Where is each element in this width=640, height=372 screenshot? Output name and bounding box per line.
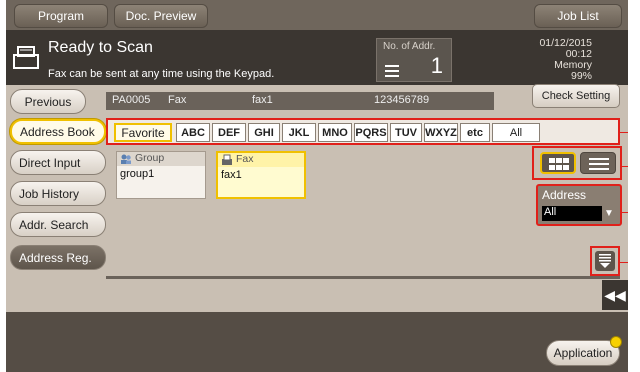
callout-line-page	[620, 262, 628, 263]
index-tab-bar: Favorite ABC DEF GHI JKL MNO PQRS TUV WX…	[106, 118, 620, 145]
tab-pqrs[interactable]: PQRS	[354, 123, 388, 142]
dest-name: fax1	[252, 94, 273, 106]
list-view-button[interactable]	[580, 152, 616, 174]
tab-wxyz[interactable]: WXYZ	[424, 123, 458, 142]
tab-all[interactable]: All	[492, 123, 540, 142]
callout-line-tabs	[620, 132, 628, 133]
address-reg-button[interactable]: Address Reg.	[10, 245, 106, 270]
tab-ghi[interactable]: GHI	[248, 123, 280, 142]
doc-preview-button[interactable]: Doc. Preview	[114, 4, 208, 28]
selected-destination-bar: PA0005 Fax fax1 123456789	[106, 92, 494, 110]
dest-number: 123456789	[374, 94, 430, 106]
previous-button[interactable]: Previous	[10, 89, 86, 114]
address-filter-label: Address	[542, 188, 587, 202]
page-button-face	[595, 251, 615, 271]
list-item-group[interactable]: Group group1	[116, 151, 206, 199]
rewind-icon[interactable]: ◀◀	[602, 280, 628, 310]
entry-type-label: Fax	[236, 153, 254, 165]
entry-type-header: Fax	[218, 153, 304, 167]
status-title: Ready to Scan	[48, 39, 153, 56]
dest-type: Fax	[168, 94, 187, 106]
program-button[interactable]: Program	[14, 4, 108, 28]
entry-type-header: Group	[117, 152, 205, 166]
fax-icon	[222, 154, 232, 165]
tab-jkl[interactable]: JKL	[282, 123, 316, 142]
grid-icon	[549, 158, 569, 170]
callout-line-address	[622, 212, 628, 213]
direct-input-button[interactable]: Direct Input	[10, 150, 106, 175]
tab-tuv[interactable]: TUV	[390, 123, 422, 142]
tab-mno[interactable]: MNO	[318, 123, 352, 142]
list-view-icon	[589, 158, 609, 170]
address-filter-select[interactable]: Address All ▼	[536, 184, 622, 226]
address-count-label: No. of Addr.	[383, 41, 436, 52]
address-count-value: 1	[430, 53, 443, 78]
entry-type-label: Group	[135, 152, 165, 164]
address-book-button[interactable]: Address Book	[10, 119, 106, 144]
list-divider	[106, 276, 620, 279]
entry-name: fax1	[221, 169, 242, 181]
addr-search-button[interactable]: Addr. Search	[10, 212, 106, 237]
callout-line-view	[622, 166, 628, 167]
view-toggle-group	[532, 146, 622, 180]
status-subtitle: Fax can be sent at any time using the Ke…	[48, 68, 275, 80]
tab-etc[interactable]: etc	[460, 123, 490, 142]
address-filter-value: All	[542, 206, 602, 221]
address-list: Group group1 Fax fax1	[106, 148, 526, 278]
application-button[interactable]: Application	[546, 340, 620, 366]
address-count-box: No. of Addr. 1	[376, 38, 452, 82]
entry-name: group1	[120, 168, 155, 180]
scan-screen: Program Doc. Preview Job List Ready to S…	[6, 0, 628, 372]
dest-id: PA0005	[112, 94, 151, 106]
tab-favorite[interactable]: Favorite	[114, 123, 172, 142]
memory-value: 99%	[570, 70, 592, 82]
job-history-button[interactable]: Job History	[10, 181, 106, 206]
group-icon	[121, 154, 131, 164]
scanner-icon	[13, 46, 39, 69]
notification-dot	[610, 336, 622, 348]
page-select-button[interactable]	[590, 246, 620, 276]
footer-bar	[6, 312, 628, 372]
status-header: Ready to Scan Fax can be sent at any tim…	[6, 30, 628, 85]
page-down-icon	[599, 254, 611, 268]
thumbnail-view-button[interactable]	[540, 152, 576, 174]
list-icon	[385, 65, 399, 77]
chevron-down-icon: ▼	[604, 208, 614, 219]
tab-def[interactable]: DEF	[212, 123, 246, 142]
top-bar: Program Doc. Preview Job List	[6, 0, 628, 30]
date-memory-box: 01/12/2015 00:12 Memory 99%	[496, 38, 592, 82]
tab-abc[interactable]: ABC	[176, 123, 210, 142]
check-setting-button[interactable]: Check Setting	[532, 84, 620, 108]
job-list-button[interactable]: Job List	[534, 4, 622, 28]
list-item-fax[interactable]: Fax fax1	[216, 151, 306, 199]
